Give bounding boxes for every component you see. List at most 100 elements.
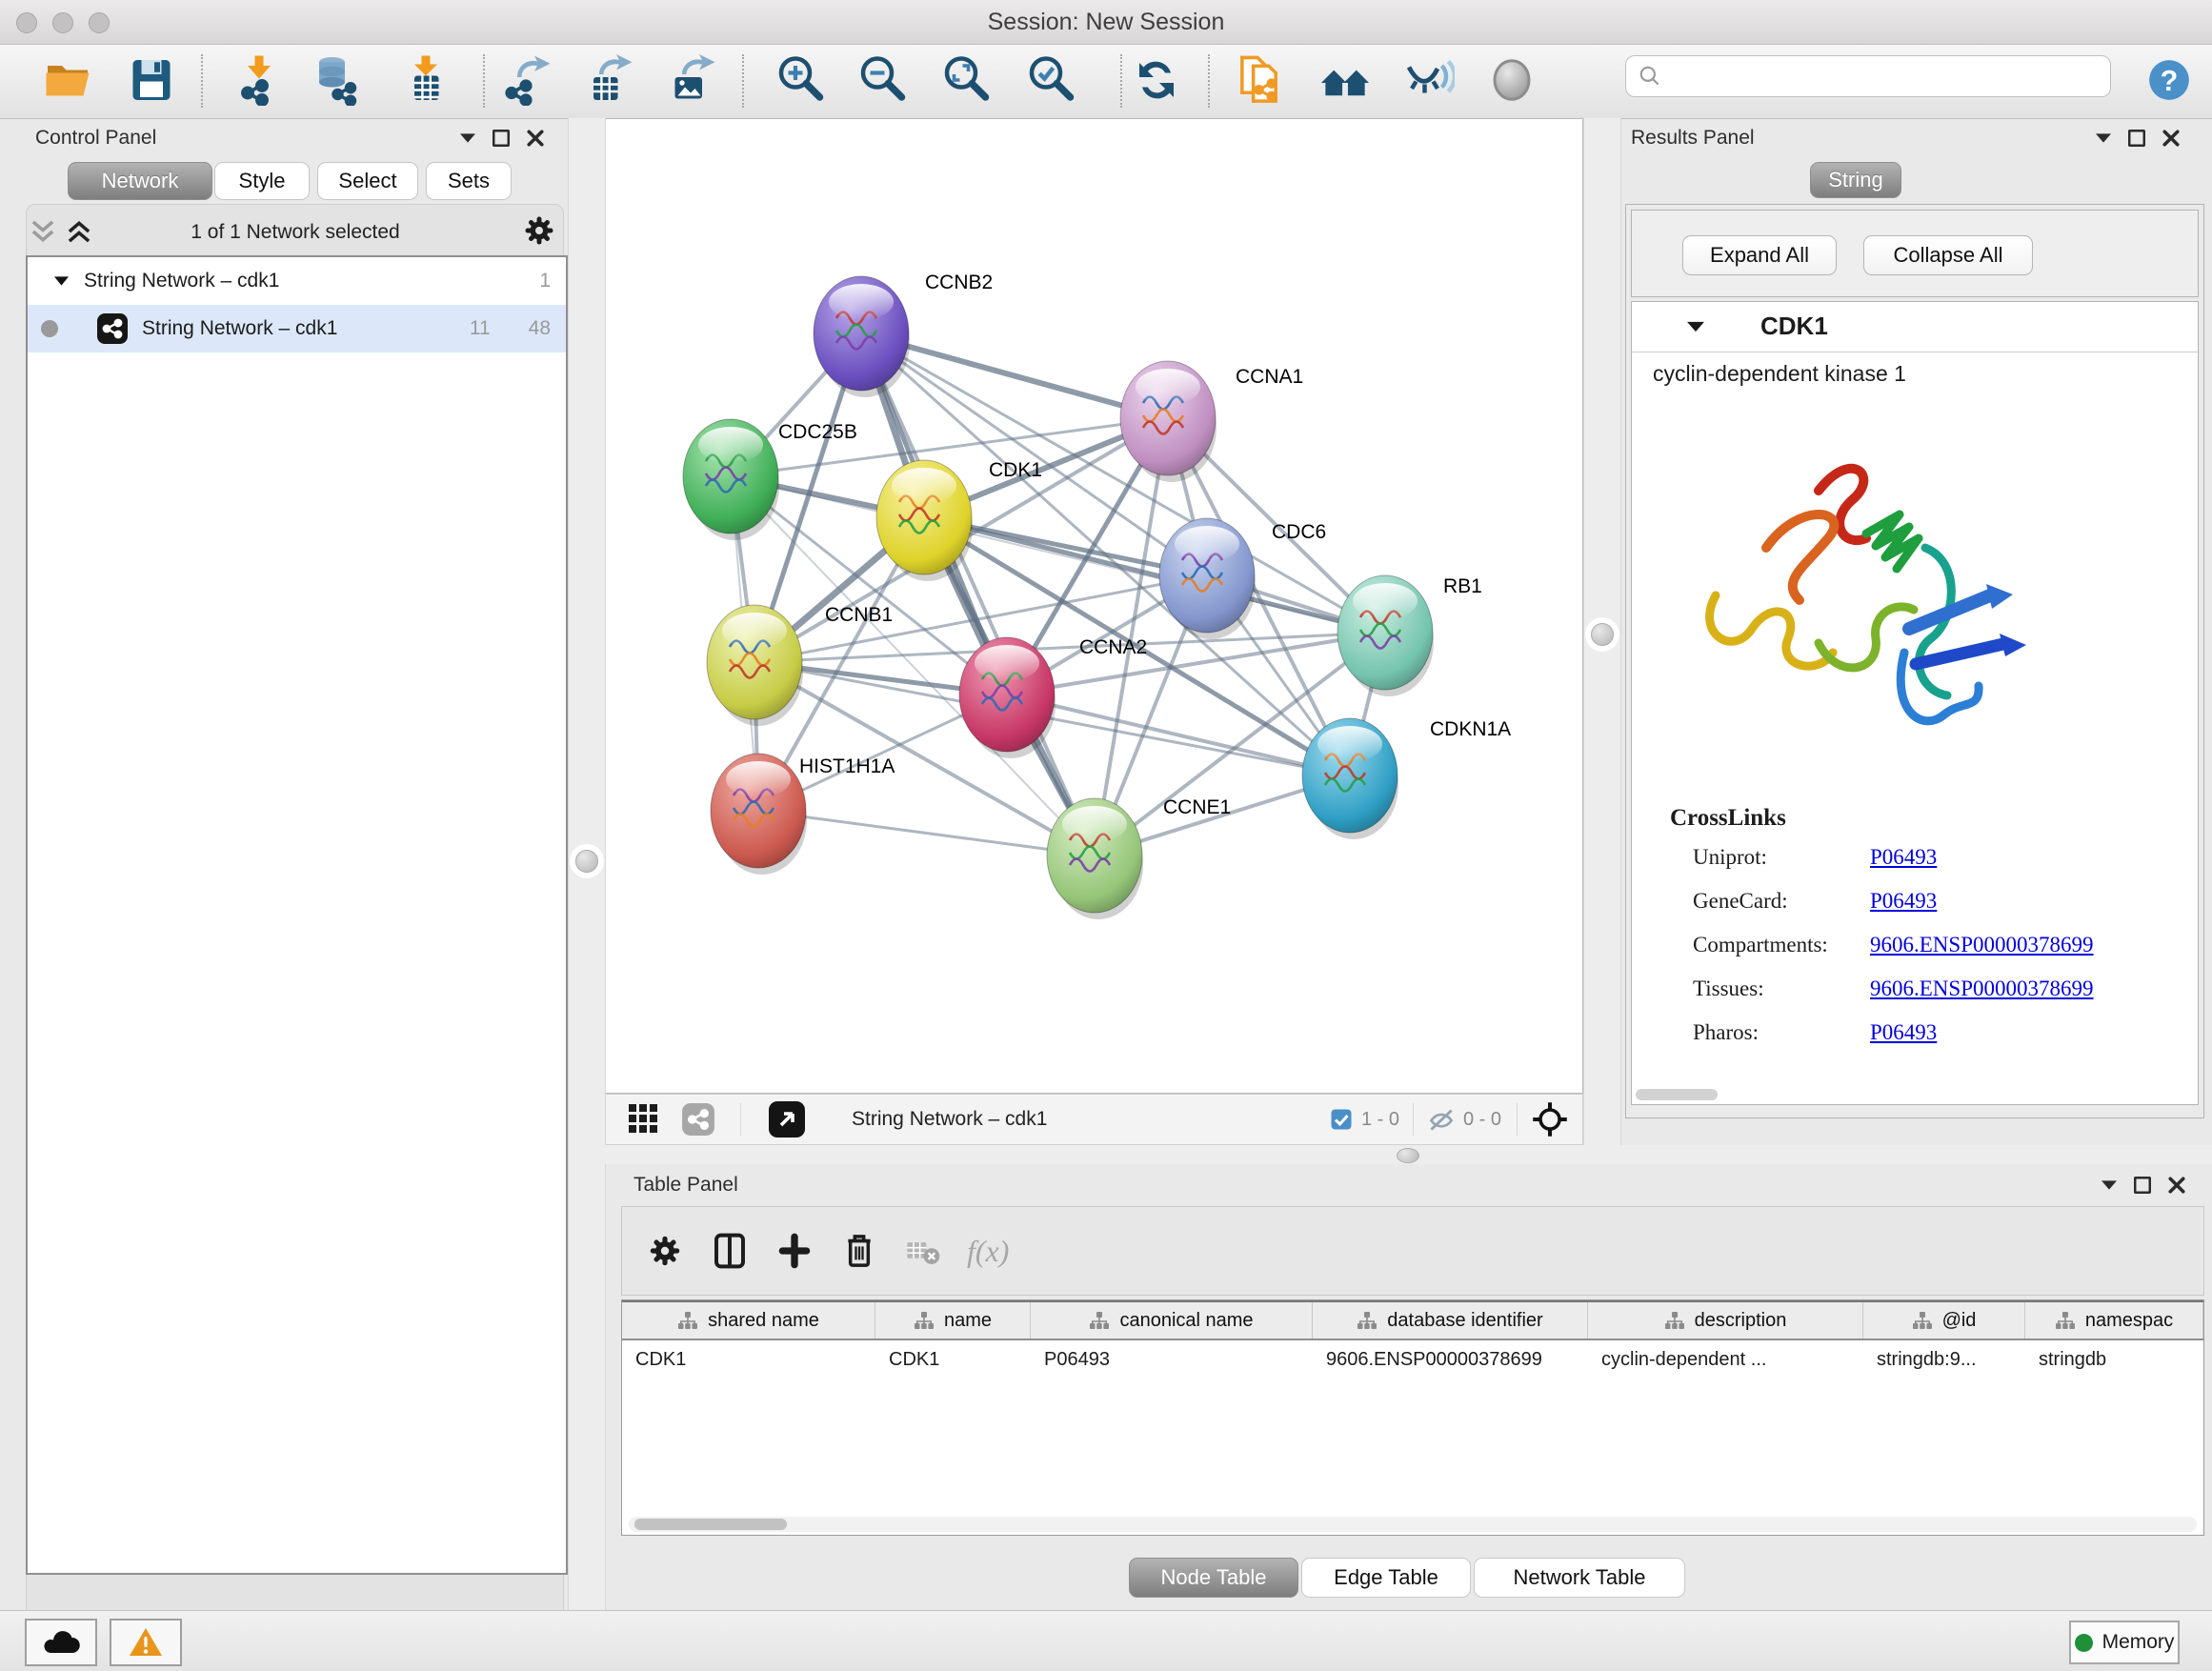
column-header-0[interactable]: shared name — [622, 1302, 875, 1339]
panel-menu-icon[interactable] — [2096, 133, 2111, 143]
expand-all-button[interactable]: Expand All — [1682, 235, 1837, 275]
network-graph[interactable]: CCNB2CCNA1CDC25BCDK1CDC6RB1CCNB1CCNA2CDK… — [605, 119, 1582, 1093]
network-node-cdk1[interactable]: CDK1 — [876, 459, 1042, 581]
close-panel-icon[interactable] — [527, 130, 544, 147]
selected-checkbox-icon[interactable] — [1331, 1109, 1352, 1130]
network-options-gear-icon[interactable] — [520, 211, 558, 254]
left-splitter-handle[interactable] — [575, 850, 598, 873]
import-table-file-button[interactable] — [398, 52, 453, 108]
search-field[interactable] — [1625, 55, 2111, 97]
tab-style[interactable]: Style — [214, 162, 310, 200]
left-splitter[interactable] — [568, 118, 606, 1610]
hide-glasses-button[interactable] — [1401, 52, 1457, 108]
hidden-eye-icon[interactable] — [1427, 1107, 1456, 1132]
cloud-status-button[interactable] — [25, 1619, 97, 1666]
network-node-ccnb2[interactable]: CCNB2 — [814, 272, 993, 397]
tab-edge-table[interactable]: Edge Table — [1301, 1558, 1471, 1598]
network-collection-row[interactable]: String Network – cdk1 1 — [28, 257, 566, 305]
results-scrollbar-thumb[interactable] — [1636, 1089, 1718, 1100]
float-panel-icon[interactable] — [2128, 130, 2145, 147]
tab-node-table[interactable]: Node Table — [1129, 1558, 1298, 1598]
crosslink-value-link[interactable]: P06493 — [1870, 1020, 1937, 1045]
close-panel-icon[interactable] — [2162, 130, 2180, 147]
string-home-button[interactable] — [1317, 52, 1373, 108]
open-in-window-icon[interactable] — [768, 1100, 806, 1138]
zoom-out-button[interactable] — [855, 52, 911, 108]
column-header-4[interactable]: description — [1588, 1302, 1863, 1339]
panel-menu-icon[interactable] — [460, 133, 475, 143]
warnings-button[interactable] — [110, 1619, 182, 1666]
table-cell[interactable]: P06493 — [1031, 1340, 1313, 1379]
delete-column-icon[interactable] — [839, 1231, 879, 1271]
search-input[interactable] — [1662, 64, 2085, 89]
network-node-rb1[interactable]: RB1 — [1337, 575, 1482, 696]
table-cell[interactable]: stringdb — [2025, 1340, 2203, 1379]
network-node-ccna2[interactable]: CCNA2 — [959, 636, 1147, 758]
crosslink-value-link[interactable]: 9606.ENSP00000378699 — [1870, 933, 2094, 957]
right-splitter[interactable] — [1583, 118, 1621, 1157]
export-image-button[interactable] — [663, 52, 718, 108]
graphics-detail-button[interactable] — [1484, 52, 1539, 108]
section-expander-icon[interactable] — [1687, 321, 1704, 332]
crosslink-value-link[interactable]: P06493 — [1870, 889, 1937, 914]
network-node-cdc6[interactable]: CDC6 — [1159, 518, 1326, 639]
refresh-view-button[interactable] — [1129, 52, 1184, 108]
column-header-6[interactable]: namespac — [2025, 1302, 2203, 1339]
share-session-button[interactable] — [1233, 52, 1288, 108]
export-table-button[interactable] — [580, 52, 635, 108]
table-cell[interactable]: cyclin-dependent ... — [1588, 1340, 1863, 1379]
tab-select[interactable]: Select — [317, 162, 418, 200]
collapse-all-button[interactable]: Collapse All — [1863, 235, 2033, 275]
network-edge[interactable] — [861, 333, 1095, 856]
column-header-2[interactable]: canonical name — [1031, 1302, 1313, 1339]
close-panel-icon[interactable] — [2168, 1177, 2185, 1194]
network-edge[interactable] — [758, 811, 1095, 856]
network-node-hist1h1a[interactable]: HIST1H1A — [711, 754, 895, 875]
tab-sets[interactable]: Sets — [426, 162, 512, 200]
table-cell[interactable]: CDK1 — [875, 1340, 1031, 1379]
network-edge[interactable] — [1007, 695, 1350, 775]
table-cell[interactable]: CDK1 — [622, 1340, 875, 1379]
scrollbar-thumb[interactable] — [634, 1519, 787, 1530]
zoom-selected-button[interactable] — [1024, 52, 1079, 108]
add-column-icon[interactable] — [774, 1231, 814, 1271]
network-canvas[interactable]: CCNB2CCNA1CDC25BCDK1CDC6RB1CCNB1CCNA2CDK… — [604, 118, 1583, 1094]
gene-header[interactable]: CDK1 — [1632, 302, 2200, 352]
column-header-5[interactable]: @id — [1863, 1302, 2025, 1339]
panel-menu-icon[interactable] — [2101, 1180, 2117, 1190]
help-button[interactable]: ? — [2142, 52, 2197, 108]
open-session-button[interactable] — [40, 52, 95, 108]
collapse-all-networks-button[interactable] — [29, 219, 57, 249]
table-horizontal-scrollbar[interactable] — [629, 1517, 2197, 1532]
tree-expander-icon[interactable] — [54, 276, 69, 286]
show-columns-icon[interactable] — [710, 1231, 750, 1271]
tab-network-table[interactable]: Network Table — [1474, 1558, 1685, 1598]
export-network-button[interactable] — [498, 52, 553, 108]
string-badge-gray-icon[interactable] — [681, 1102, 715, 1137]
float-panel-icon[interactable] — [493, 130, 510, 147]
network-row-selected[interactable]: String Network – cdk1 11 48 — [28, 305, 566, 352]
zoom-in-button[interactable] — [774, 52, 829, 108]
table-row[interactable]: CDK1CDK1P064939606.ENSP00000378699cyclin… — [622, 1340, 2203, 1379]
grid-view-icon[interactable] — [628, 1103, 660, 1136]
network-node-ccne1[interactable]: CCNE1 — [1047, 796, 1231, 919]
import-network-file-button[interactable] — [231, 52, 287, 108]
float-panel-icon[interactable] — [2134, 1177, 2151, 1194]
save-session-button[interactable] — [124, 52, 179, 108]
column-header-1[interactable]: name — [875, 1302, 1031, 1339]
table-cell[interactable]: 9606.ENSP00000378699 — [1313, 1340, 1588, 1379]
horizontal-splitter-handle[interactable] — [1397, 1148, 1419, 1163]
crosslink-value-link[interactable]: 9606.ENSP00000378699 — [1870, 976, 2094, 1001]
table-cell[interactable]: stringdb:9... — [1863, 1340, 2025, 1379]
memory-button[interactable]: Memory — [2069, 1621, 2180, 1664]
network-node-cdkn1a[interactable]: CDKN1A — [1302, 718, 1511, 839]
table-settings-gear-icon[interactable] — [645, 1231, 685, 1271]
right-splitter-handle[interactable] — [1591, 623, 1614, 646]
column-header-3[interactable]: database identifier — [1313, 1302, 1588, 1339]
expand-all-networks-button[interactable] — [65, 219, 93, 249]
import-network-database-button[interactable] — [312, 52, 367, 108]
crosslink-value-link[interactable]: P06493 — [1870, 845, 1937, 870]
tab-string[interactable]: String — [1810, 162, 1901, 198]
birdseye-icon[interactable] — [1531, 1100, 1569, 1138]
network-node-cdc25b[interactable]: CDC25B — [683, 419, 857, 540]
